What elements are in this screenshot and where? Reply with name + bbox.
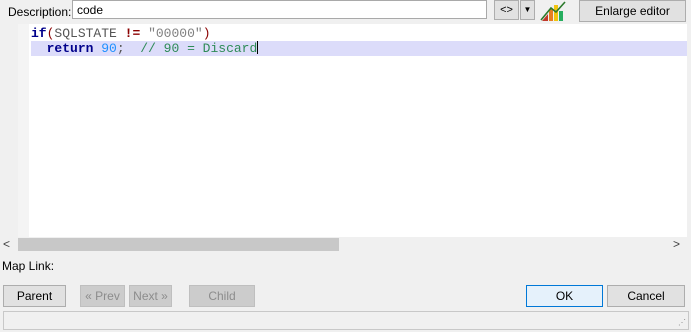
description-input[interactable]	[72, 0, 487, 19]
ok-button[interactable]: OK	[526, 285, 603, 307]
cancel-button[interactable]: Cancel	[607, 285, 685, 307]
code-operator: !=	[124, 26, 141, 41]
chart-button[interactable]	[539, 0, 568, 22]
editor-gutter	[18, 24, 29, 237]
parent-button[interactable]: Parent	[3, 285, 66, 307]
code-dropdown-button[interactable]: ▼	[520, 0, 535, 20]
text-caret	[257, 41, 259, 54]
code-identifier: SQLSTATE	[54, 26, 117, 41]
description-label: Description:	[8, 5, 72, 19]
code-number: 90	[101, 41, 117, 56]
chevron-down-icon: ▼	[523, 5, 532, 14]
code-editor[interactable]: if(SQLSTATE != "00000") return 90; // 90…	[18, 24, 687, 237]
prev-button[interactable]: « Prev	[80, 285, 125, 307]
code-semicolon: ;	[116, 41, 125, 56]
scroll-right-icon[interactable]: >	[673, 237, 685, 252]
enlarge-editor-button[interactable]: Enlarge editor	[579, 0, 686, 22]
code-line-2-current: return 90; // 90 = Discard	[31, 41, 687, 56]
map-link-label: Map Link:	[2, 259, 55, 273]
child-button[interactable]: Child	[189, 285, 255, 307]
scrollbar-thumb[interactable]	[18, 238, 339, 251]
code-line-1: if(SQLSTATE != "00000")	[31, 26, 211, 41]
code-toggle-button[interactable]: <>	[494, 0, 519, 20]
resize-grip-icon[interactable]: ⋰	[678, 319, 686, 327]
code-keyword: return	[46, 41, 94, 56]
code-string: "00000"	[148, 26, 203, 41]
next-button[interactable]: Next »	[129, 285, 172, 307]
status-bar: ⋰	[3, 311, 689, 330]
code-comment: // 90 = Discard	[140, 41, 258, 56]
scroll-left-icon[interactable]: <	[3, 237, 15, 252]
code-paren: )	[202, 26, 211, 41]
chart-icon	[540, 1, 566, 21]
code-keyword: if	[31, 26, 47, 41]
